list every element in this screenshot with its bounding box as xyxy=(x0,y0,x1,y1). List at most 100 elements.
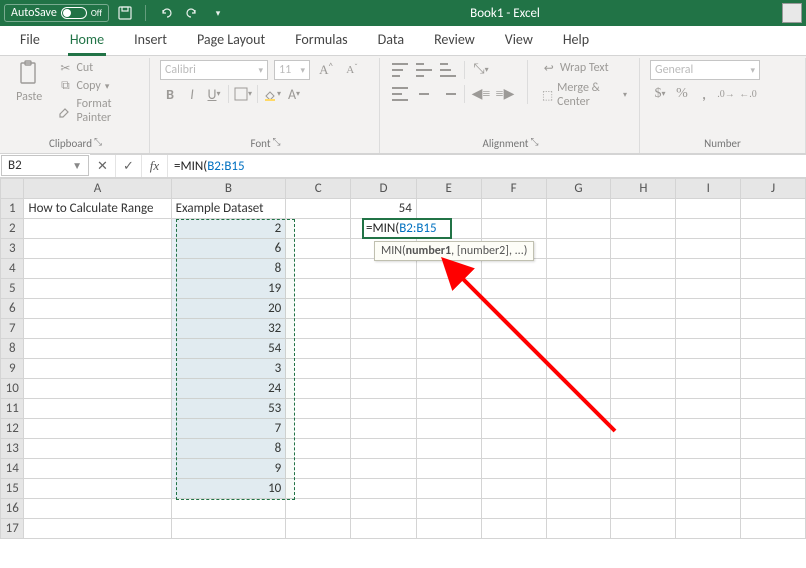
autosave-toggle[interactable]: AutoSave Off xyxy=(4,4,109,22)
cell[interactable] xyxy=(416,399,481,419)
font-size-dropdown[interactable]: 11▾ xyxy=(274,60,310,80)
cell[interactable]: Example Dataset xyxy=(171,199,286,219)
cell[interactable] xyxy=(286,479,351,499)
undo-icon[interactable] xyxy=(156,3,176,23)
row-header[interactable]: 15 xyxy=(1,479,24,499)
save-icon[interactable] xyxy=(115,3,135,23)
cell[interactable] xyxy=(741,299,806,319)
cell[interactable]: 53 xyxy=(171,399,286,419)
cell[interactable] xyxy=(741,419,806,439)
cell[interactable]: How to Calculate Range xyxy=(24,199,171,219)
cell[interactable] xyxy=(24,239,171,259)
cell[interactable] xyxy=(741,319,806,339)
cell[interactable] xyxy=(416,499,481,519)
cell[interactable] xyxy=(741,359,806,379)
cell[interactable] xyxy=(611,459,676,479)
row-header[interactable]: 10 xyxy=(1,379,24,399)
cell[interactable] xyxy=(416,359,481,379)
increase-indent-button[interactable]: ≡▶ xyxy=(495,84,515,104)
cell[interactable] xyxy=(741,339,806,359)
cell[interactable] xyxy=(546,219,611,239)
tab-insert[interactable]: Insert xyxy=(126,25,175,55)
cell[interactable] xyxy=(286,259,351,279)
cell[interactable] xyxy=(611,359,676,379)
cell[interactable] xyxy=(676,339,741,359)
chevron-down-icon[interactable]: ▼ xyxy=(72,159,82,172)
align-bottom-button[interactable] xyxy=(438,60,458,80)
cell[interactable]: 20 xyxy=(171,299,286,319)
cell[interactable] xyxy=(676,459,741,479)
cell[interactable] xyxy=(481,479,546,499)
percent-format-button[interactable]: % xyxy=(672,84,692,104)
cell[interactable] xyxy=(741,379,806,399)
cell[interactable] xyxy=(546,239,611,259)
cell[interactable] xyxy=(481,439,546,459)
cell[interactable] xyxy=(286,359,351,379)
cell[interactable] xyxy=(416,479,481,499)
col-header[interactable]: C xyxy=(286,179,351,199)
cell[interactable] xyxy=(611,239,676,259)
align-left-button[interactable] xyxy=(390,84,410,104)
cell[interactable] xyxy=(546,259,611,279)
cell[interactable] xyxy=(286,299,351,319)
row-header[interactable]: 1 xyxy=(1,199,24,219)
cell[interactable] xyxy=(24,439,171,459)
cell[interactable] xyxy=(611,299,676,319)
cell[interactable]: 19 xyxy=(171,279,286,299)
cell[interactable] xyxy=(481,399,546,419)
cell[interactable] xyxy=(481,339,546,359)
cell[interactable] xyxy=(546,419,611,439)
cell[interactable] xyxy=(741,459,806,479)
cell[interactable] xyxy=(676,379,741,399)
row-header[interactable]: 16 xyxy=(1,499,24,519)
cell[interactable] xyxy=(286,439,351,459)
cell[interactable] xyxy=(286,399,351,419)
merge-center-button[interactable]: ⬚ Merge & Center ▾ xyxy=(540,80,629,110)
cell[interactable] xyxy=(546,339,611,359)
col-header[interactable]: D xyxy=(351,179,417,199)
italic-button[interactable]: I xyxy=(182,84,202,104)
cell[interactable] xyxy=(546,359,611,379)
cell[interactable] xyxy=(676,399,741,419)
col-header[interactable]: G xyxy=(546,179,611,199)
cell[interactable] xyxy=(676,439,741,459)
cell[interactable] xyxy=(676,359,741,379)
cell[interactable] xyxy=(24,519,171,539)
row-header[interactable]: 7 xyxy=(1,319,24,339)
cell[interactable] xyxy=(171,519,286,539)
cell[interactable] xyxy=(611,499,676,519)
cell[interactable] xyxy=(741,259,806,279)
cell[interactable] xyxy=(741,479,806,499)
cell[interactable] xyxy=(416,519,481,539)
cell[interactable] xyxy=(481,419,546,439)
cell[interactable] xyxy=(481,519,546,539)
fill-color-button[interactable]: ▾ xyxy=(262,84,282,104)
cell[interactable]: 3 xyxy=(171,359,286,379)
cell[interactable] xyxy=(676,199,741,219)
cell[interactable] xyxy=(286,199,351,219)
cell[interactable] xyxy=(546,439,611,459)
row-header[interactable]: 13 xyxy=(1,439,24,459)
cell[interactable] xyxy=(676,319,741,339)
cell[interactable]: 6 xyxy=(171,239,286,259)
cell[interactable] xyxy=(546,199,611,219)
cell[interactable] xyxy=(351,439,417,459)
cell[interactable] xyxy=(351,459,417,479)
copy-button[interactable]: ⧉ Copy ▾ xyxy=(56,78,139,94)
cell[interactable] xyxy=(351,359,417,379)
row-header[interactable]: 11 xyxy=(1,399,24,419)
tab-view[interactable]: View xyxy=(497,25,541,55)
cell[interactable] xyxy=(351,499,417,519)
cell[interactable] xyxy=(24,379,171,399)
cell[interactable] xyxy=(416,279,481,299)
cell[interactable] xyxy=(546,379,611,399)
format-painter-button[interactable]: Format Painter xyxy=(56,96,139,126)
cell[interactable] xyxy=(416,379,481,399)
cell[interactable] xyxy=(416,199,481,219)
cell[interactable] xyxy=(286,319,351,339)
row-header[interactable]: 5 xyxy=(1,279,24,299)
cell[interactable] xyxy=(676,419,741,439)
cell[interactable] xyxy=(24,479,171,499)
decrease-font-button[interactable]: Aˇ xyxy=(342,60,362,80)
cell[interactable]: 54 xyxy=(171,339,286,359)
